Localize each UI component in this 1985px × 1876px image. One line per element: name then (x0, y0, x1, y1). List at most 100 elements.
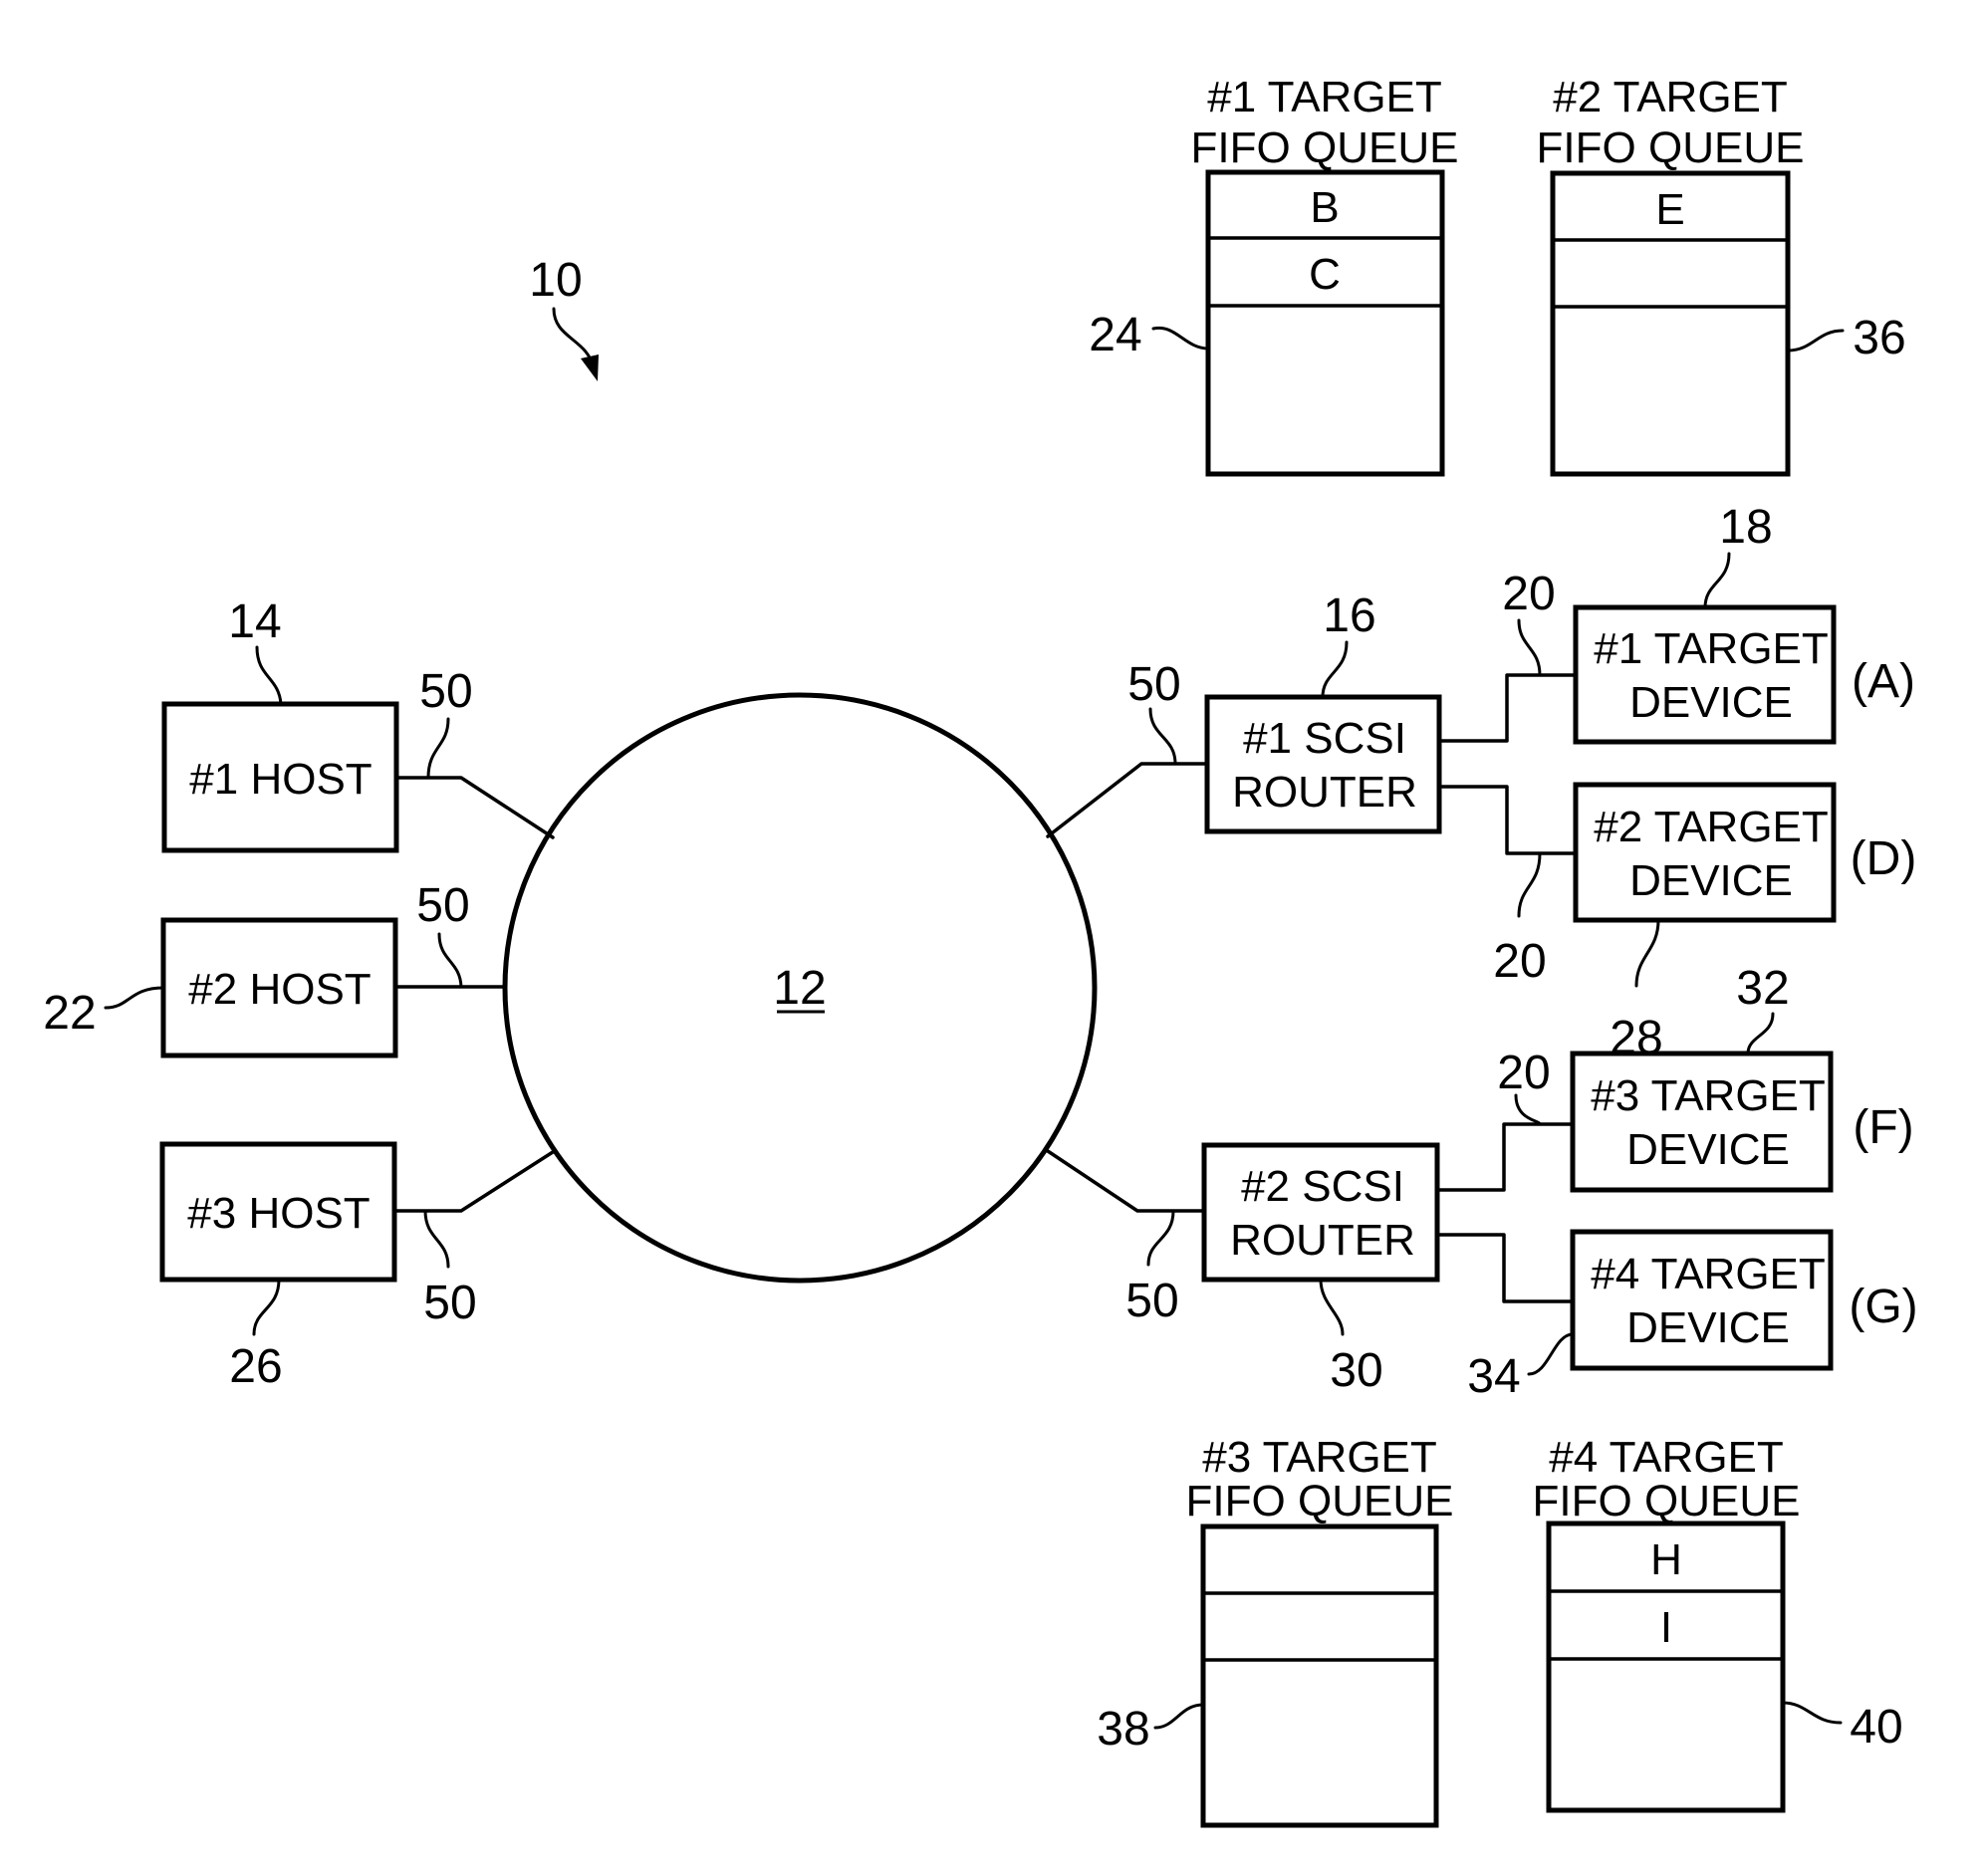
queue-2-title-line2: FIFO QUEUE (1537, 123, 1805, 172)
router1-bus-target1 (1437, 673, 1578, 743)
target-3-ref: 32 (1736, 962, 1789, 1015)
queue-4-title-line1: #4 TARGET (1549, 1433, 1784, 1482)
target-4-label-line2: DEVICE (1626, 1303, 1790, 1352)
host-1-link-leader (426, 717, 450, 780)
host-2-link-leader (437, 932, 463, 989)
host-3-link-ref: 50 (423, 1277, 476, 1329)
queue-1-title-line1: #1 TARGET (1207, 73, 1442, 121)
fifo-queue-4: #4 TARGET FIFO QUEUE H I 40 (1533, 1433, 1903, 1813)
router-1-label-line2: ROUTER (1232, 768, 1417, 817)
target-4-tag: (G) (1849, 1281, 1917, 1333)
target-3-label-line2: DEVICE (1626, 1125, 1790, 1174)
fifo-queue-2: #2 TARGET FIFO QUEUE E 36 (1537, 73, 1906, 477)
queue-4-ref: 40 (1850, 1701, 1902, 1754)
queue-1-entry-2: C (1309, 250, 1341, 299)
router-2-label-line1: #2 SCSI (1241, 1162, 1404, 1211)
host1-link (394, 776, 555, 839)
host-3-link-leader (423, 1209, 450, 1269)
queue-4-entry-1: H (1650, 1535, 1682, 1584)
router-1-bus-ref-bottom: 20 (1493, 935, 1546, 988)
router-1: #1 SCSI ROUTER 16 50 20 20 (1127, 568, 1555, 988)
target-3-tag: (F) (1853, 1101, 1913, 1154)
target-4-ref: 34 (1467, 1350, 1520, 1403)
host-1: #1 HOST 14 50 (161, 595, 473, 853)
queue-3-box (1200, 1524, 1439, 1828)
router-2-link-ref: 50 (1125, 1275, 1178, 1327)
router-1-link-ref: 50 (1127, 658, 1180, 711)
router-1-leader (1321, 640, 1349, 699)
figure-reference: 10 (529, 254, 599, 381)
target-1-leader (1703, 552, 1731, 609)
router-2: #2 SCSI ROUTER 30 50 20 (1125, 1047, 1550, 1397)
host-2: #2 HOST 22 50 (43, 879, 470, 1058)
host-3-leader (252, 1278, 281, 1336)
target-1-label-line1: #1 TARGET (1594, 624, 1829, 673)
host-1-link-ref: 50 (419, 665, 472, 718)
router1-bus-target2 (1437, 785, 1578, 855)
target-4-label-line1: #4 TARGET (1591, 1250, 1826, 1298)
target-4-leader (1527, 1332, 1575, 1376)
target-2-label-line2: DEVICE (1629, 856, 1793, 905)
figure-ref-number: 10 (529, 254, 582, 307)
queue-3-ref: 38 (1097, 1703, 1149, 1756)
queue-3-title-line2: FIFO QUEUE (1186, 1477, 1454, 1525)
patent-figure: 10 12 #1 HOST 14 50 #2 HOST 22 50 #3 HOS… (43, 73, 1918, 1828)
router-1-bus-ref-top: 20 (1502, 568, 1555, 620)
queue-4-entry-2: I (1660, 1603, 1672, 1652)
router-1-label-line1: #1 SCSI (1243, 714, 1406, 763)
host-2-leader (104, 986, 165, 1010)
network-fabric: 12 (502, 692, 1098, 1284)
router-2-link-leader (1146, 1209, 1175, 1267)
host-2-label: #2 HOST (188, 965, 371, 1014)
queue-4-leader (1781, 1701, 1843, 1725)
target-device-1: #1 TARGET DEVICE 18 (A) (1573, 501, 1915, 745)
host-2-link-ref: 50 (416, 879, 469, 932)
target-1-tag: (A) (1852, 655, 1915, 708)
target-device-2: #2 TARGET DEVICE 28 (D) (1573, 782, 1917, 1064)
router-1-bus-leader-bottom (1517, 851, 1542, 918)
queue-1-leader (1151, 326, 1210, 351)
fifo-queue-3: #3 TARGET FIFO QUEUE 38 (1097, 1433, 1454, 1828)
target-2-tag: (D) (1851, 832, 1917, 885)
fifo-queue-1: #1 TARGET FIFO QUEUE B C 24 (1089, 73, 1459, 477)
host3-link (392, 1150, 555, 1213)
router2-bus-target3 (1435, 1122, 1575, 1192)
queue-2-title-line1: #2 TARGET (1553, 73, 1788, 121)
router-1-bus-leader-top (1517, 618, 1542, 677)
network-ref: 12 (773, 962, 826, 1015)
queue-2-entry-1: E (1655, 185, 1684, 234)
queue-2-ref: 36 (1853, 312, 1905, 364)
host-1-leader (255, 645, 283, 706)
queue-2-leader (1786, 329, 1845, 352)
target-2-leader (1634, 918, 1660, 988)
router-2-bus-leader (1514, 1093, 1542, 1126)
host-2-ref: 22 (43, 987, 96, 1040)
router2-link (1046, 1149, 1206, 1213)
target-1-ref: 18 (1719, 501, 1772, 554)
target-device-4: #4 TARGET DEVICE 34 (G) (1467, 1229, 1918, 1403)
host-1-ref: 14 (228, 595, 281, 648)
queue-1-ref: 24 (1089, 309, 1141, 361)
queue-3-title-line1: #3 TARGET (1202, 1433, 1437, 1482)
target-2-label-line1: #2 TARGET (1594, 803, 1829, 851)
router-2-bus-ref: 20 (1497, 1047, 1550, 1099)
host-3-label: #3 HOST (187, 1189, 370, 1238)
router1-link (1046, 762, 1209, 838)
router-1-link-leader (1148, 707, 1177, 766)
host-3: #3 HOST 26 50 (159, 1141, 477, 1393)
router-2-ref: 30 (1330, 1344, 1382, 1397)
queue-1-entry-1: B (1310, 183, 1339, 232)
target-3-label-line1: #3 TARGET (1591, 1071, 1826, 1120)
figure-arrow-icon (581, 354, 599, 381)
queue-4-title-line2: FIFO QUEUE (1533, 1477, 1801, 1525)
host-1-label: #1 HOST (189, 755, 372, 804)
router-2-leader (1319, 1278, 1345, 1336)
target-3-leader (1746, 1012, 1775, 1055)
router-1-ref: 16 (1323, 589, 1375, 642)
host-3-ref: 26 (229, 1340, 282, 1393)
queue-1-title-line2: FIFO QUEUE (1191, 123, 1459, 172)
queue-3-leader (1153, 1703, 1205, 1730)
target-1-label-line2: DEVICE (1629, 678, 1793, 727)
target-device-3: #3 TARGET DEVICE 32 (F) (1570, 962, 1914, 1193)
router-2-label-line2: ROUTER (1230, 1216, 1415, 1265)
